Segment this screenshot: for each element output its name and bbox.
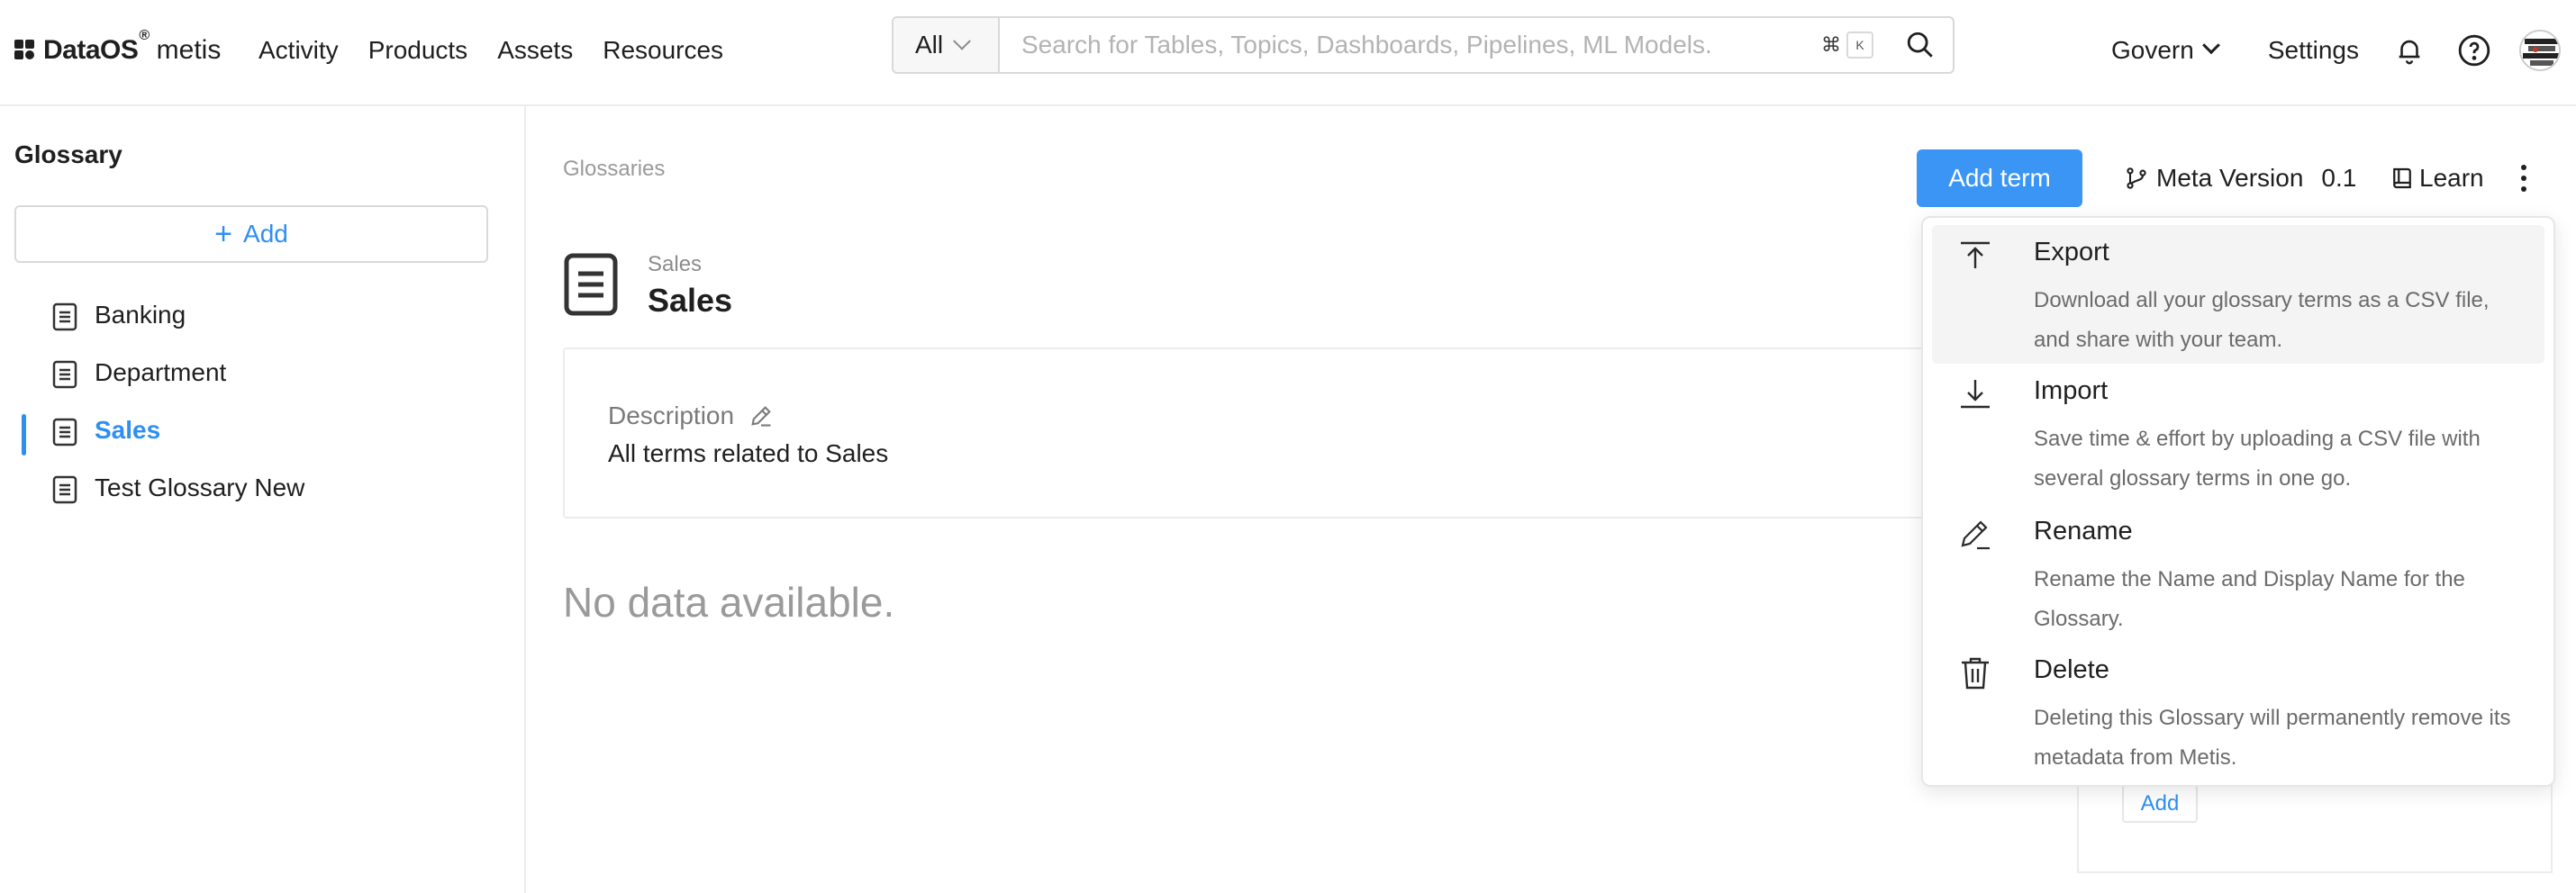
- sidebar-item-test-glossary-new[interactable]: Test Glossary New: [0, 459, 526, 517]
- bell-icon[interactable]: [2390, 31, 2429, 70]
- document-icon: [564, 253, 618, 316]
- nav-resources[interactable]: Resources: [603, 31, 723, 70]
- sidebar-item-label: Banking: [95, 301, 186, 329]
- branch-icon: [2127, 167, 2146, 189]
- nav-assets[interactable]: Assets: [497, 31, 573, 70]
- glossary-sidebar: Glossary + Add Banking Department Sales …: [0, 106, 526, 893]
- description-card: Description All terms related to Sales: [563, 347, 2049, 519]
- main-nav: Activity Products Assets Resources: [259, 31, 753, 70]
- chevron-down-icon: [2201, 36, 2220, 55]
- pencil-icon: [1961, 520, 1990, 550]
- document-icon: [52, 302, 77, 331]
- global-search: All ⌘ K: [892, 16, 1955, 74]
- menu-item-export[interactable]: Export Download all your glossary terms …: [1932, 225, 2544, 364]
- top-navigation-bar: DataOS® metis Activity Products Assets R…: [0, 0, 2576, 106]
- settings-link[interactable]: Settings: [2268, 36, 2359, 65]
- menu-item-description: Rename the Name and Display Name for the…: [2034, 567, 2465, 631]
- logo-brand: DataOS®: [43, 28, 150, 65]
- meta-version-button[interactable]: Meta Version 0.1: [2124, 158, 2356, 198]
- add-term-button[interactable]: Add term: [1917, 149, 2082, 207]
- add-glossary-label: Add: [243, 220, 288, 248]
- description-label: Description: [608, 401, 735, 429]
- description-label-row: Description: [608, 401, 774, 430]
- menu-item-import[interactable]: Import Save time & effort by uploading a…: [1932, 364, 2544, 502]
- header-actions: Govern Settings: [2111, 30, 2561, 71]
- user-avatar[interactable]: [2519, 30, 2561, 71]
- command-key-icon: ⌘: [1821, 33, 1841, 56]
- learn-label: Learn: [2419, 164, 2484, 192]
- breadcrumb[interactable]: Glossaries: [563, 157, 665, 182]
- page-title: Sales: [648, 282, 733, 319]
- search-icon[interactable]: [1900, 25, 1940, 65]
- sidebar-item-banking[interactable]: Banking: [0, 286, 526, 344]
- glossary-header: Sales Sales: [563, 252, 732, 320]
- menu-item-title: Import: [2034, 376, 2109, 405]
- search-scope-value: All: [915, 31, 944, 59]
- right-panel-add-button[interactable]: Add: [2122, 785, 2198, 823]
- search-input[interactable]: [1000, 31, 1821, 59]
- more-options-icon[interactable]: [2511, 158, 2536, 198]
- document-icon: [52, 418, 77, 446]
- dataos-logo[interactable]: DataOS® metis: [14, 28, 222, 68]
- document-icon: [52, 360, 77, 389]
- glossary-title-sub: Sales: [648, 252, 703, 276]
- document-icon: [52, 475, 77, 504]
- menu-item-rename[interactable]: Rename Rename the Name and Display Name …: [1932, 504, 2544, 643]
- glossary-actions-menu: Export Download all your glossary terms …: [1921, 216, 2555, 787]
- sidebar-title: Glossary: [14, 140, 122, 168]
- menu-item-description: Download all your glossary terms as a CS…: [2034, 288, 2490, 352]
- add-glossary-button[interactable]: + Add: [14, 205, 488, 263]
- logo-product-name: metis: [156, 35, 222, 65]
- nav-activity[interactable]: Activity: [259, 31, 339, 70]
- trash-icon: [1962, 657, 1989, 690]
- book-icon: [2393, 167, 2411, 189]
- sidebar-item-label: Test Glossary New: [95, 474, 305, 501]
- sidebar-item-sales[interactable]: Sales: [0, 401, 526, 459]
- sidebar-item-department[interactable]: Department: [0, 344, 526, 401]
- sidebar-item-label: Department: [95, 358, 227, 386]
- empty-state-text: No data available.: [563, 579, 895, 626]
- description-text: All terms related to Sales: [608, 439, 889, 467]
- plus-icon: +: [214, 217, 233, 251]
- shortcut-key-badge: K: [1846, 32, 1873, 59]
- logo-mark-icon: [14, 40, 36, 61]
- menu-item-title: Export: [2034, 238, 2109, 266]
- chevron-down-icon: [953, 32, 972, 50]
- sidebar-item-label: Sales: [95, 416, 161, 444]
- menu-item-title: Rename: [2034, 517, 2133, 546]
- nav-products[interactable]: Products: [368, 31, 468, 70]
- learn-button[interactable]: Learn: [2389, 158, 2484, 198]
- govern-dropdown[interactable]: Govern: [2111, 36, 2220, 65]
- menu-item-description: Save time & effort by uploading a CSV fi…: [2034, 427, 2481, 491]
- govern-label: Govern: [2111, 36, 2194, 64]
- menu-item-delete[interactable]: Delete Deleting this Glossary will perma…: [1932, 643, 2544, 781]
- help-icon[interactable]: [2454, 31, 2494, 70]
- upload-icon: [1961, 241, 1990, 268]
- menu-item-title: Delete: [2034, 655, 2109, 684]
- search-scope-select[interactable]: All: [893, 18, 1000, 72]
- edit-description-icon[interactable]: [748, 403, 774, 428]
- menu-item-description: Deleting this Glossary will permanently …: [2034, 706, 2511, 770]
- glossary-list: Banking Department Sales Test Glossary N…: [0, 286, 526, 517]
- meta-version-label: Meta Version: [2156, 164, 2304, 192]
- meta-version-value: 0.1: [2321, 164, 2357, 192]
- download-icon: [1961, 380, 1990, 409]
